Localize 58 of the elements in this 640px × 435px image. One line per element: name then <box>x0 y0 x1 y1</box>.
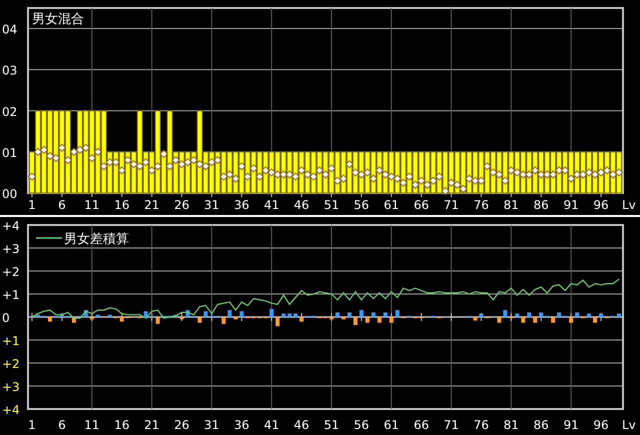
y-tick-label: 00 <box>2 187 18 201</box>
chart-title: 男女混合 <box>32 12 84 27</box>
y-tick-label: +3 <box>2 380 20 394</box>
y-tick-label: +4 <box>2 403 20 417</box>
x-tick-label: 21 <box>144 418 160 432</box>
x-tick-label: 71 <box>444 198 459 212</box>
y-tick-label: +3 <box>2 242 20 256</box>
x-tick-label: 11 <box>84 418 100 432</box>
x-tick-label: 16 <box>114 418 130 432</box>
x-tick-label: 21 <box>144 198 160 212</box>
y-tick-label: +2 <box>2 357 20 371</box>
x-tick-label: 51 <box>324 418 340 432</box>
x-tick-label: 1 <box>28 418 36 432</box>
x-tick-label: 36 <box>234 418 250 432</box>
x-tick-label: 1 <box>28 198 36 212</box>
x-tick-label: 6 <box>58 198 66 212</box>
x-tick-label: 41 <box>264 198 280 212</box>
y-tick-label: +2 <box>2 265 20 279</box>
x-tick-label: 46 <box>294 198 310 212</box>
y-tick-label: +1 <box>2 288 20 302</box>
x-tick-label: 51 <box>324 198 340 212</box>
x-tick-label: 56 <box>354 418 370 432</box>
x-tick-label: 11 <box>84 198 100 212</box>
x-tick-label: 96 <box>593 418 609 432</box>
x-tick-label: 66 <box>414 198 429 212</box>
x-tick-label: 76 <box>474 418 489 432</box>
x-tick-label: 16 <box>114 198 130 212</box>
x-tick-label: 56 <box>354 198 370 212</box>
x-tick-label: 96 <box>593 198 609 212</box>
axis-label: Lv <box>622 198 636 212</box>
x-tick-label: 61 <box>384 418 400 432</box>
x-tick-label: 91 <box>563 418 579 432</box>
x-tick-label: 61 <box>384 198 400 212</box>
x-tick-label: 81 <box>504 198 519 212</box>
x-tick-label: 36 <box>234 198 250 212</box>
x-tick-label: 6 <box>58 418 66 432</box>
x-tick-label: 26 <box>174 198 190 212</box>
x-tick-label: 46 <box>294 418 310 432</box>
y-tick-label: +4 <box>2 219 20 233</box>
y-tick-label: 0 <box>2 311 10 325</box>
x-tick-label: 81 <box>504 418 519 432</box>
x-tick-label: 91 <box>563 198 579 212</box>
x-tick-label: 26 <box>174 418 190 432</box>
y-tick-label: 02 <box>2 104 18 119</box>
x-tick-label: 71 <box>444 418 459 432</box>
x-tick-label: 76 <box>474 198 489 212</box>
y-tick-label: 03 <box>2 64 18 78</box>
axis-label: Lv <box>622 418 636 432</box>
x-tick-label: 41 <box>264 418 280 432</box>
x-tick-label: 66 <box>414 418 429 432</box>
y-tick-label: 04 <box>2 22 18 37</box>
x-tick-label: 31 <box>204 418 220 432</box>
x-tick-label: 31 <box>204 198 220 212</box>
legend-label: 男女差積算 <box>64 232 129 247</box>
x-tick-label: 86 <box>534 198 549 212</box>
y-tick-label: 01 <box>2 146 18 160</box>
y-tick-label: +1 <box>2 334 20 348</box>
x-tick-label: 86 <box>534 418 549 432</box>
